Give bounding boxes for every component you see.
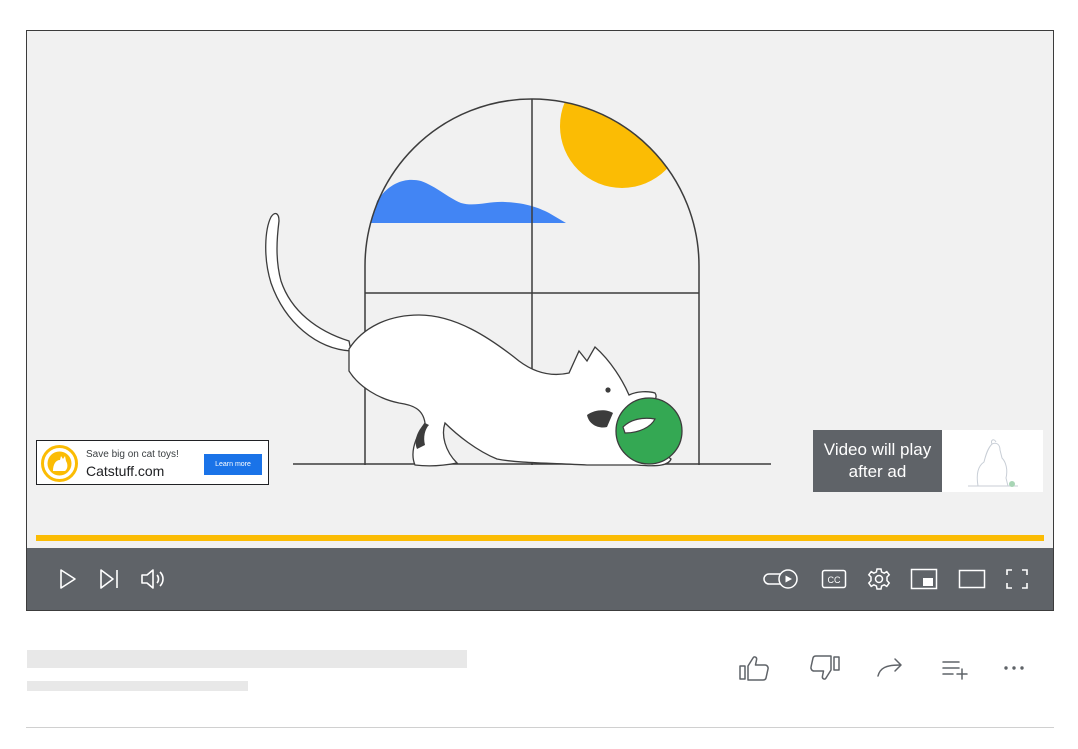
fullscreen-button[interactable] [1001, 548, 1033, 610]
settings-button[interactable] [863, 548, 895, 610]
svg-text:CC: CC [828, 575, 841, 585]
next-video-thumbnail[interactable] [942, 430, 1043, 492]
ad-tagline: Save big on cat toys! [86, 449, 179, 460]
cat-tail [265, 212, 352, 352]
autoplay-toggle[interactable] [761, 548, 801, 610]
miniplayer-icon [910, 568, 938, 590]
more-icon [1004, 666, 1024, 670]
theater-mode-icon [958, 569, 986, 589]
play-icon [60, 569, 76, 589]
divider [26, 727, 1054, 728]
like-button[interactable] [735, 648, 775, 688]
ad-countdown-text: Video will play after ad [813, 430, 942, 492]
ad-domain[interactable]: Catstuff.com [86, 463, 164, 479]
next-button[interactable] [95, 548, 125, 610]
video-actions [0, 648, 1078, 688]
progress-bar[interactable] [36, 535, 1044, 541]
dislike-icon [810, 655, 840, 680]
cat-logo-icon [41, 445, 78, 482]
captions-icon: CC [821, 569, 847, 589]
save-to-playlist-button[interactable] [936, 648, 976, 688]
volume-icon [141, 569, 164, 589]
volume-button[interactable] [137, 548, 169, 610]
autoplay-toggle-icon [763, 569, 798, 589]
share-button[interactable] [870, 648, 910, 688]
ad-banner[interactable]: Save big on cat toys! Catstuff.com Learn… [36, 440, 269, 485]
like-icon [739, 656, 769, 681]
captions-button[interactable]: CC [817, 548, 851, 610]
miniplayer-button[interactable] [907, 548, 941, 610]
cat-eye [605, 387, 611, 393]
dog-illustration-icon [968, 439, 1018, 487]
ad-countdown[interactable]: Video will play after ad [813, 430, 1043, 492]
player-controls: CC [27, 548, 1053, 610]
save-to-playlist-icon [942, 661, 968, 680]
fullscreen-icon [1006, 569, 1028, 589]
theater-mode-button[interactable] [955, 548, 989, 610]
next-icon [100, 569, 118, 589]
progress-fill [36, 535, 1044, 541]
more-button[interactable] [994, 648, 1034, 688]
share-icon [877, 658, 902, 677]
play-button[interactable] [53, 548, 83, 610]
learn-more-button[interactable]: Learn more [204, 454, 262, 475]
dislike-button[interactable] [804, 648, 844, 688]
settings-icon [867, 568, 891, 590]
sky-shape [371, 179, 566, 223]
video-player[interactable]: Save big on cat toys! Catstuff.com Learn… [26, 30, 1054, 611]
